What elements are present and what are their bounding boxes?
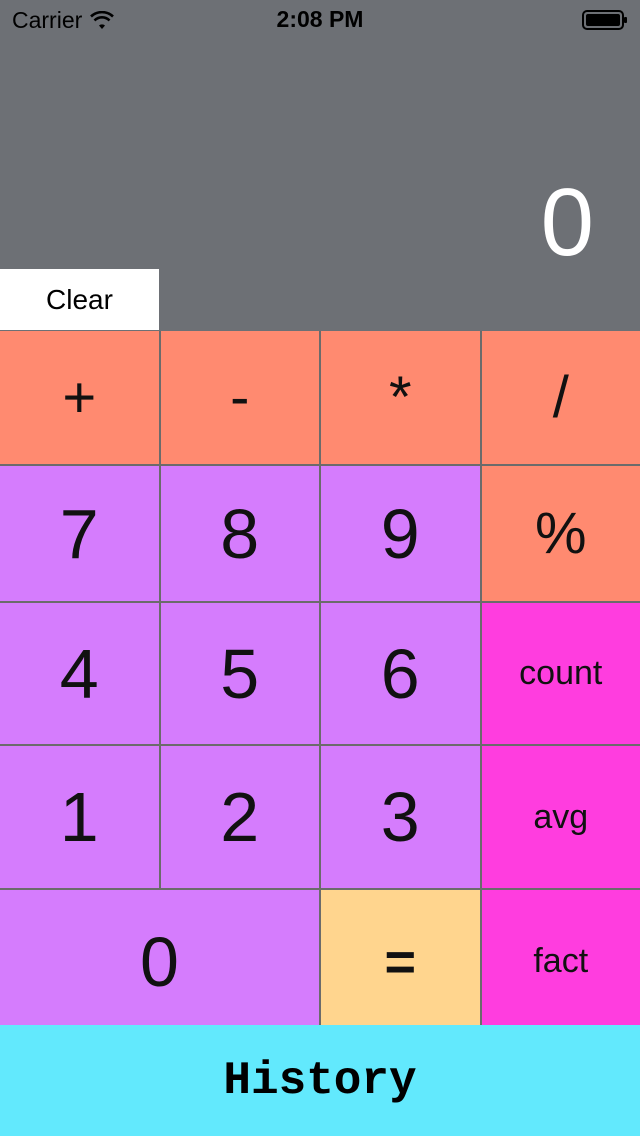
digit-2-button[interactable]: 2: [160, 746, 319, 888]
avg-button[interactable]: avg: [481, 746, 640, 888]
status-time: 2:08 PM: [276, 6, 364, 32]
keypad: + - * / 7 8 9 % 4 5 6 count 1 2 3 avg 0 …: [0, 331, 640, 1033]
digit-9-button[interactable]: 9: [321, 466, 480, 601]
status-bar: Carrier 2:08 PM: [0, 0, 640, 40]
digit-5-button[interactable]: 5: [160, 603, 319, 744]
percent-button[interactable]: %: [481, 466, 640, 601]
count-button[interactable]: count: [481, 603, 640, 744]
plus-button[interactable]: +: [0, 331, 159, 464]
equals-button[interactable]: =: [321, 890, 480, 1033]
multiply-button[interactable]: *: [321, 331, 480, 464]
result-display: 0: [540, 169, 594, 276]
digit-6-button[interactable]: 6: [321, 603, 480, 744]
digit-4-button[interactable]: 4: [0, 603, 159, 744]
battery-icon: [582, 10, 627, 30]
digit-3-button[interactable]: 3: [321, 746, 480, 888]
history-button[interactable]: History: [0, 1025, 640, 1136]
digit-7-button[interactable]: 7: [0, 466, 159, 601]
clear-button[interactable]: Clear: [0, 269, 159, 330]
minus-button[interactable]: -: [160, 331, 319, 464]
digit-1-button[interactable]: 1: [0, 746, 159, 888]
digit-0-button[interactable]: 0: [0, 890, 319, 1033]
digit-8-button[interactable]: 8: [160, 466, 319, 601]
fact-button[interactable]: fact: [481, 890, 640, 1033]
divide-button[interactable]: /: [481, 331, 640, 464]
